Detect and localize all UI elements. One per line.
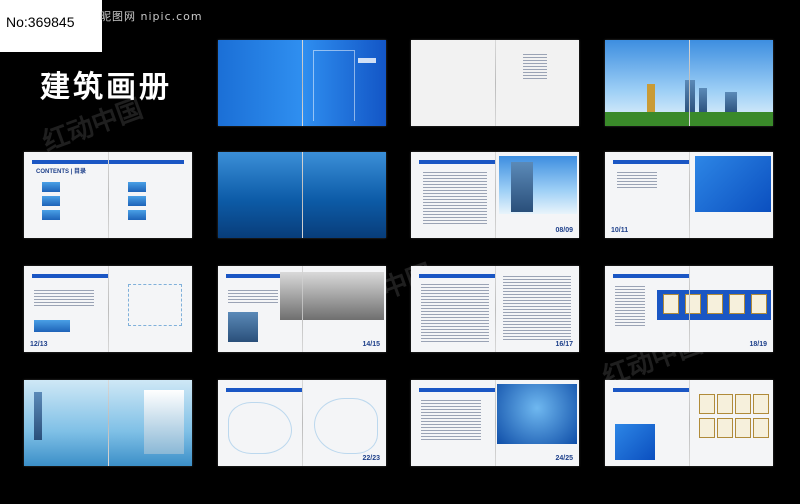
building-photo bbox=[228, 312, 258, 342]
header-bar bbox=[613, 274, 689, 278]
sailboat-photo bbox=[280, 272, 384, 320]
trophy-photo bbox=[497, 384, 577, 444]
header-bar bbox=[32, 160, 184, 164]
thumbnail bbox=[128, 196, 146, 206]
certificate bbox=[717, 394, 733, 414]
map-outline bbox=[228, 402, 292, 454]
thumbnail bbox=[128, 182, 146, 192]
header-bar bbox=[419, 388, 495, 392]
site-label: 昵图网 nipic.com bbox=[100, 10, 203, 23]
certificate bbox=[753, 418, 769, 438]
certificate bbox=[707, 294, 723, 314]
body-text bbox=[615, 286, 645, 326]
header-bar bbox=[32, 274, 108, 278]
building bbox=[725, 92, 737, 114]
building bbox=[685, 80, 695, 114]
sea-photo bbox=[218, 152, 386, 238]
building bbox=[647, 84, 655, 114]
page-number: 16/17 bbox=[555, 341, 573, 348]
page-number: 12/13 bbox=[30, 341, 48, 348]
logo-mark bbox=[358, 58, 376, 63]
body-text bbox=[503, 276, 571, 342]
spread-city[interactable] bbox=[605, 40, 773, 126]
certificate bbox=[753, 394, 769, 414]
certificate bbox=[685, 294, 701, 314]
certificate bbox=[717, 418, 733, 438]
header-bar bbox=[613, 388, 689, 392]
certificate bbox=[729, 294, 745, 314]
header-bar bbox=[419, 160, 495, 164]
building-wireframe bbox=[313, 50, 355, 121]
spread-team[interactable]: 10/11 bbox=[605, 152, 773, 238]
spread-sea[interactable] bbox=[218, 152, 386, 238]
building bbox=[511, 162, 533, 212]
header-bar bbox=[613, 160, 689, 164]
spread-cover[interactable] bbox=[218, 40, 386, 126]
spread-text[interactable]: 16/17 bbox=[411, 266, 579, 352]
slogan-text bbox=[523, 54, 547, 80]
thumbnail bbox=[42, 196, 60, 206]
org-chart bbox=[128, 284, 182, 326]
body-text bbox=[421, 400, 481, 440]
header-bar bbox=[419, 274, 495, 278]
grass bbox=[605, 112, 773, 126]
honor-panel bbox=[615, 424, 655, 460]
page-number: 24/25 bbox=[555, 455, 573, 462]
image-id-label: No:369845 bbox=[0, 0, 102, 52]
spread-certificates[interactable]: 18/19 bbox=[605, 266, 773, 352]
spread-contents[interactable]: CONTENTS | 目录 bbox=[24, 152, 192, 238]
team-photo bbox=[695, 156, 771, 212]
thumbnail bbox=[42, 210, 60, 220]
certificate bbox=[699, 394, 715, 414]
spread-structure[interactable]: 12/13 bbox=[24, 266, 192, 352]
certificate bbox=[663, 294, 679, 314]
header-bar bbox=[226, 388, 302, 392]
contents-label: CONTENTS | 目录 bbox=[36, 169, 87, 175]
body-text bbox=[228, 290, 278, 304]
spread-map[interactable]: 22/23 bbox=[218, 380, 386, 466]
page-number: 10/11 bbox=[611, 227, 629, 234]
thumbnail bbox=[128, 210, 146, 220]
spread-honors[interactable] bbox=[605, 380, 773, 466]
building bbox=[34, 392, 42, 440]
page-number: 22/23 bbox=[362, 455, 380, 462]
thumbnail bbox=[42, 182, 60, 192]
spread-harbor[interactable] bbox=[24, 380, 192, 466]
certificate bbox=[735, 418, 751, 438]
spread-trophy[interactable]: 24/25 bbox=[411, 380, 579, 466]
sail bbox=[144, 390, 184, 454]
body-text bbox=[423, 172, 487, 224]
page-number: 14/15 bbox=[362, 341, 380, 348]
photo-strip bbox=[34, 320, 70, 332]
spread-tower[interactable]: 08/09 bbox=[411, 152, 579, 238]
spread-slogan[interactable] bbox=[411, 40, 579, 126]
body-text bbox=[617, 172, 657, 188]
spread-sailing[interactable]: 14/15 bbox=[218, 266, 386, 352]
certificate bbox=[751, 294, 767, 314]
body-text bbox=[421, 284, 489, 344]
page-number: 08/09 bbox=[555, 227, 573, 234]
map-outline bbox=[314, 398, 378, 454]
page-number: 18/19 bbox=[749, 341, 767, 348]
body-text bbox=[34, 290, 94, 306]
building bbox=[699, 88, 707, 114]
certificate bbox=[699, 418, 715, 438]
certificate bbox=[735, 394, 751, 414]
